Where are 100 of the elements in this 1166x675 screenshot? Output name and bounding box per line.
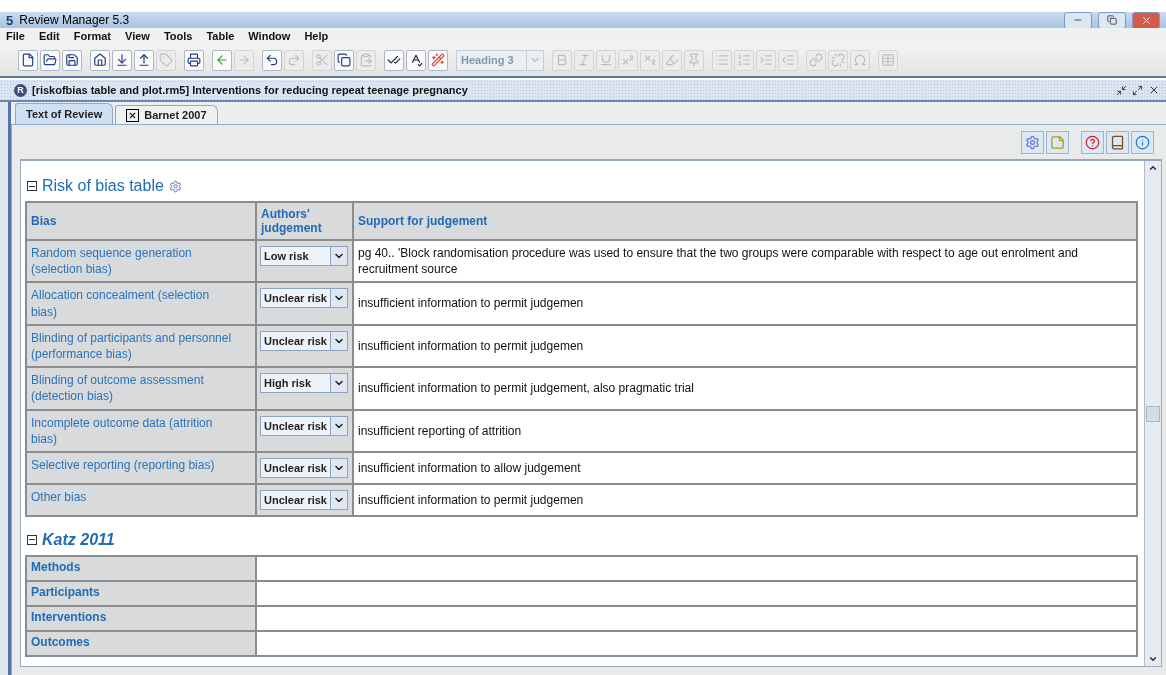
app-logo: 5 bbox=[6, 12, 14, 28]
gears-icon bbox=[1025, 134, 1040, 150]
menu-item[interactable]: Edit bbox=[38, 30, 60, 42]
book-button[interactable] bbox=[1106, 130, 1129, 154]
download-arrow-icon bbox=[115, 53, 129, 67]
indent-icon bbox=[759, 53, 773, 67]
judgement-dropdown[interactable]: Unclear risk bbox=[260, 330, 348, 351]
print-icon bbox=[187, 53, 201, 67]
magic-wand-button[interactable] bbox=[428, 49, 448, 71]
bullet-list-icon bbox=[715, 53, 729, 67]
support-cell[interactable]: pg 40.. 'Block randomisation procedure was used to ensure that the two groups were comparable with respect to age out enrolment and recruitment source bbox=[354, 241, 1136, 282]
gears-icon[interactable] bbox=[168, 179, 182, 193]
spell-check-icon bbox=[409, 53, 423, 67]
menu-item[interactable]: Table bbox=[206, 30, 235, 42]
text-field[interactable] bbox=[257, 606, 1136, 630]
scissors-icon bbox=[315, 53, 329, 67]
close-button[interactable] bbox=[1132, 11, 1160, 29]
new-file-button[interactable] bbox=[18, 49, 38, 71]
paste-icon bbox=[359, 53, 373, 67]
download-arrow-button[interactable] bbox=[112, 49, 132, 71]
text-field[interactable] bbox=[257, 631, 1136, 655]
support-cell[interactable]: insufficient information to permit judgemen bbox=[354, 325, 1136, 367]
column-header: Bias bbox=[27, 203, 255, 239]
open-folder-button[interactable] bbox=[40, 49, 60, 71]
italic-icon bbox=[577, 53, 591, 67]
scroll-thumb[interactable] bbox=[1146, 405, 1160, 422]
tab[interactable]: Text of Review bbox=[15, 103, 114, 124]
underline-icon bbox=[599, 53, 613, 67]
tag-icon bbox=[159, 53, 173, 67]
gears-button[interactable] bbox=[1021, 130, 1044, 154]
judgement-dropdown[interactable]: Unclear risk bbox=[260, 489, 348, 510]
judgement-dropdown[interactable]: Low risk bbox=[260, 246, 348, 266]
redo-icon bbox=[287, 53, 301, 67]
outdent-icon bbox=[781, 53, 795, 67]
highlighter-icon bbox=[665, 53, 679, 67]
menu-item[interactable]: Tools bbox=[163, 30, 193, 42]
print-button[interactable] bbox=[184, 49, 204, 71]
copy-icon bbox=[337, 53, 351, 67]
copy-button[interactable] bbox=[334, 49, 354, 71]
help-button[interactable] bbox=[1081, 130, 1104, 154]
row-label: Outcomes bbox=[27, 631, 255, 655]
window-title: Review Manager 5.3 bbox=[19, 13, 131, 27]
spell-check-button[interactable] bbox=[406, 49, 426, 71]
bias-cell: Incomplete outcome data (attrition bias) bbox=[27, 410, 255, 451]
support-cell[interactable]: insufficient information to allow judgement bbox=[354, 452, 1136, 483]
menu-item[interactable]: File bbox=[6, 30, 25, 42]
link-icon bbox=[809, 53, 823, 67]
judgement-dropdown[interactable]: Unclear risk bbox=[260, 415, 348, 436]
maximize-icon[interactable] bbox=[1132, 84, 1143, 96]
bias-cell: Blinding of outcome assessment (detection bias) bbox=[27, 368, 255, 409]
collapse-icon[interactable] bbox=[27, 534, 37, 545]
undo-button[interactable] bbox=[262, 49, 282, 71]
note-button[interactable] bbox=[1046, 130, 1069, 154]
back-arrow-button[interactable] bbox=[212, 49, 232, 71]
column-header: Authors' judgement bbox=[257, 203, 352, 239]
minimize-button[interactable] bbox=[1064, 11, 1092, 29]
tab[interactable]: Barnet 2007 bbox=[115, 105, 218, 124]
close-icon[interactable] bbox=[1148, 84, 1160, 96]
save-button[interactable] bbox=[62, 49, 82, 71]
table-icon bbox=[881, 53, 895, 67]
collapse-icon[interactable] bbox=[27, 181, 37, 191]
judgement-dropdown[interactable]: Unclear risk bbox=[260, 457, 348, 478]
text-field[interactable] bbox=[257, 581, 1136, 605]
study-heading: Katz 2011 bbox=[42, 530, 115, 549]
open-folder-icon bbox=[43, 53, 57, 67]
support-cell[interactable]: insufficient information to permit judgemen bbox=[354, 484, 1136, 515]
bias-cell: Allocation concealment (selection bias) bbox=[27, 283, 255, 324]
judgement-dropdown[interactable]: Unclear risk bbox=[260, 288, 348, 309]
menu-item[interactable]: Format bbox=[73, 30, 111, 42]
home-button[interactable] bbox=[90, 49, 110, 71]
row-label: Participants bbox=[27, 581, 255, 605]
restore-button[interactable] bbox=[1098, 11, 1126, 29]
undo-icon bbox=[265, 53, 279, 67]
info-icon bbox=[1135, 134, 1150, 150]
support-cell[interactable]: insufficient information to permit judgement, also pragmatic trial bbox=[354, 368, 1136, 409]
unlink-icon bbox=[831, 53, 845, 67]
support-cell[interactable]: insufficient reporting of attrition bbox=[354, 410, 1136, 451]
judgement-dropdown[interactable]: High risk bbox=[260, 373, 348, 394]
help-icon bbox=[1085, 134, 1100, 150]
text-field[interactable] bbox=[257, 556, 1136, 580]
menu-item[interactable]: Window bbox=[248, 30, 291, 42]
bold-icon bbox=[555, 53, 569, 67]
double-check-button[interactable] bbox=[384, 49, 404, 71]
upload-arrow-button[interactable] bbox=[134, 49, 154, 71]
menu-item[interactable]: View bbox=[125, 30, 150, 42]
section-heading: Risk of bias table bbox=[42, 177, 164, 195]
close-icon[interactable] bbox=[126, 108, 140, 122]
bias-cell: Random sequence generation (selection bias) bbox=[27, 241, 255, 282]
home-icon bbox=[93, 53, 107, 67]
support-cell[interactable]: insufficient information to permit judgemen bbox=[354, 283, 1136, 324]
row-label: Methods bbox=[27, 556, 255, 580]
row-label: Interventions bbox=[27, 606, 255, 630]
document-title: [riskofbias table and plot.rm5] Interventions for reducing repeat teenage pregnancy bbox=[32, 84, 472, 96]
minimize-icon[interactable] bbox=[1116, 84, 1127, 96]
menu-item[interactable]: Help bbox=[304, 30, 329, 42]
omega-icon bbox=[853, 53, 867, 67]
info-button[interactable] bbox=[1131, 130, 1154, 154]
note-icon bbox=[1050, 134, 1065, 150]
document-icon: R bbox=[14, 83, 27, 97]
magic-wand-icon bbox=[431, 53, 445, 67]
